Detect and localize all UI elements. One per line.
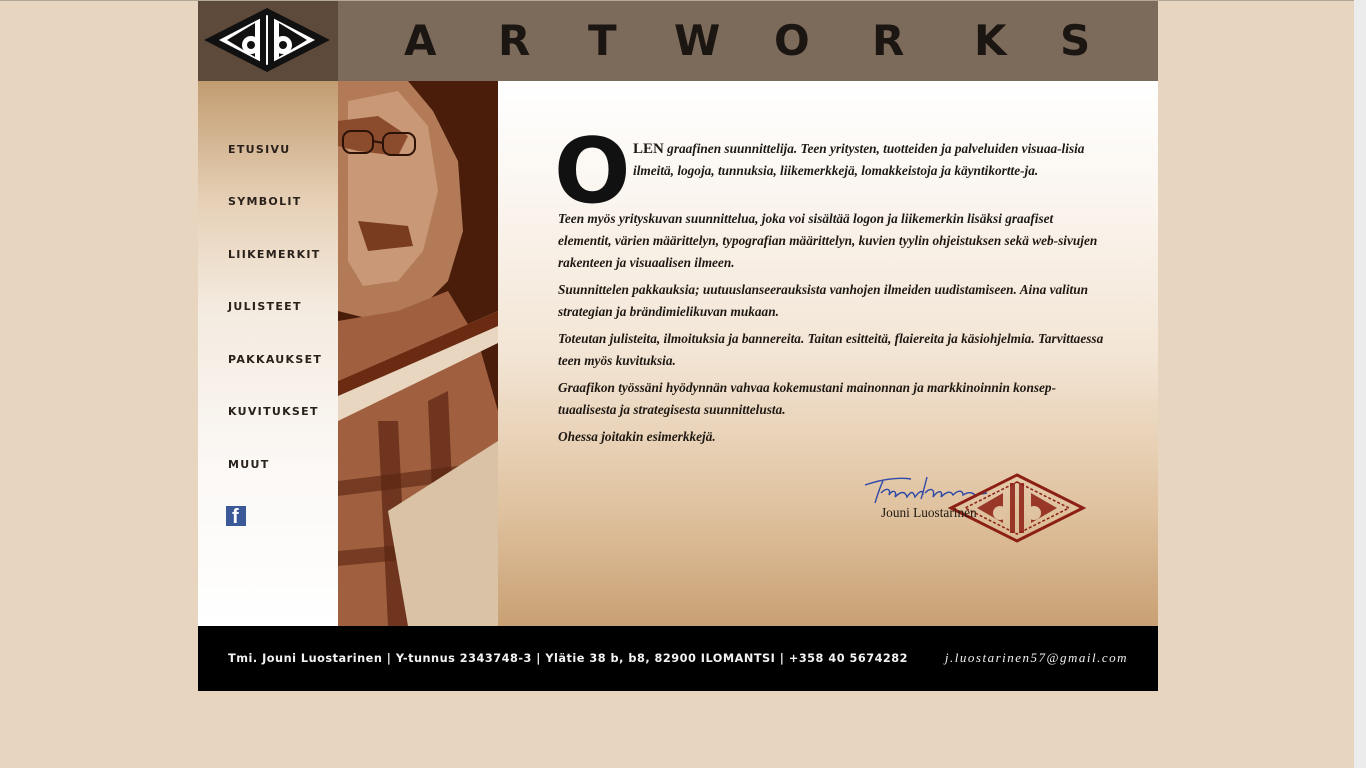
paragraph: Teen myös yrityskuvan suunnittelua, joka… [558, 211, 1098, 270]
paragraph: Graafikon työssäni hyödynnän vahvaa koke… [558, 380, 1057, 417]
site-logo-link[interactable] [198, 1, 338, 81]
scrollbar-track[interactable] [1354, 0, 1366, 768]
site-header: A R T W O R K S [198, 1, 1158, 81]
intro-sentence: graafinen suunnittelija. Teen yritysten,… [633, 141, 1085, 178]
page-container: A R T W O R K S ETUSIVU SYMBOLIT LIIKEME… [198, 1, 1158, 691]
paragraph: Ohessa joitakin esimerkkejä. [558, 429, 716, 444]
paragraph: Suunnittelen pakkauksia; uutuuslanseerau… [558, 282, 1089, 319]
footer-company-info: Tmi. Jouni Luostarinen | Y-tunnus 234374… [228, 652, 909, 665]
site-footer: Tmi. Jouni Luostarinen | Y-tunnus 234374… [198, 626, 1158, 691]
signature-block: Jouni Luostarinen [863, 471, 1088, 546]
nav-item-symbolit[interactable]: SYMBOLIT [228, 195, 302, 208]
nav-item-etusivu[interactable]: ETUSIVU [228, 143, 291, 156]
scrollbar-thumb[interactable] [1356, 2, 1364, 762]
paragraph: Toteutan julisteita, ilmoituksia ja bann… [558, 331, 1104, 368]
title-letter: R [872, 16, 905, 65]
nav-item-muut[interactable]: MUUT [228, 458, 270, 471]
nav-item-pakkaukset[interactable]: PAKKAUKSET [228, 353, 322, 366]
db-logo-icon [204, 8, 330, 72]
nav-item-kuvitukset[interactable]: KUVITUKSET [228, 405, 319, 418]
title-letter: W [674, 16, 721, 65]
title-letter: R [498, 16, 531, 65]
dropcap-lead: LEN [633, 141, 664, 157]
footer-email-link[interactable]: j.luostarinen57@gmail.com [945, 650, 1128, 666]
title-letter: A [404, 16, 437, 65]
nav-item-liikemerkit[interactable]: LIIKEMERKIT [228, 248, 321, 261]
portrait-photo [338, 81, 498, 626]
intro-text: O LEN graafinen suunnittelija. Teen yrit… [554, 127, 1108, 453]
nav-item-julisteet[interactable]: JULISTEET [228, 300, 302, 313]
intro-first-paragraph: O LEN graafinen suunnittelija. Teen yrit… [554, 127, 1108, 217]
main-content: O LEN graafinen suunnittelija. Teen yrit… [498, 81, 1158, 626]
sidebar-nav: ETUSIVU SYMBOLIT LIIKEMERKIT JULISTEET P… [198, 81, 338, 626]
title-letter: O [774, 16, 810, 65]
dropcap: O [554, 119, 631, 224]
artworks-title: A R T W O R K S [404, 17, 1092, 65]
facebook-icon[interactable]: f [226, 506, 246, 528]
title-letter: K [974, 16, 1007, 65]
title-letter: S [1060, 16, 1091, 65]
signature-name: Jouni Luostarinen [881, 505, 977, 520]
title-letter: T [588, 16, 617, 65]
